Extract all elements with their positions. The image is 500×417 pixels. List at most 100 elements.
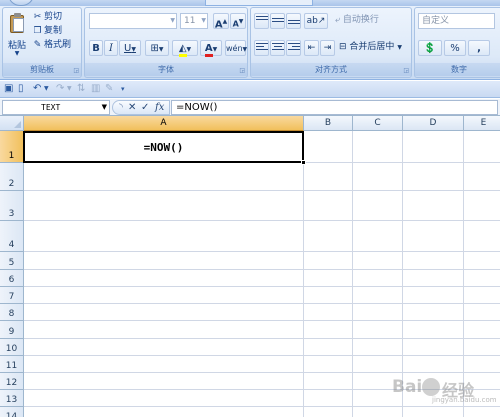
row-number: 8 bbox=[8, 309, 15, 319]
office-button[interactable] bbox=[8, 0, 34, 6]
row-header[interactable]: 14 bbox=[0, 407, 24, 417]
redo-icon[interactable]: ↷ bbox=[56, 82, 64, 96]
row-header[interactable]: 11 bbox=[0, 356, 24, 373]
borders-button[interactable]: ⊞▼ bbox=[145, 40, 169, 56]
align-top-button[interactable] bbox=[254, 13, 269, 29]
comma-style-button[interactable]: , bbox=[468, 40, 490, 56]
watermark: Bai 经验 jingyan.baidu.com bbox=[392, 375, 497, 405]
bold-button[interactable]: B bbox=[89, 40, 103, 56]
row-header[interactable]: 4 bbox=[0, 221, 24, 252]
decrease-indent-icon: ⇤ bbox=[307, 43, 316, 53]
active-cell-a1[interactable]: =NOW() bbox=[23, 131, 306, 165]
row-header[interactable]: 1 bbox=[0, 131, 24, 163]
row-header[interactable]: 8 bbox=[0, 304, 24, 321]
save-icon[interactable]: ▣ bbox=[4, 82, 13, 96]
row-number: 13 bbox=[5, 395, 18, 405]
fill-handle[interactable] bbox=[301, 160, 306, 165]
edit-icon[interactable]: ✎ bbox=[105, 82, 113, 96]
orientation-button[interactable]: ab↗ bbox=[304, 13, 328, 29]
font-size-combo[interactable]: 11 ▼ bbox=[180, 13, 208, 29]
percent-button[interactable]: % bbox=[444, 40, 466, 56]
function-dropdown-icon[interactable]: ◝ bbox=[119, 101, 123, 114]
row-number: 11 bbox=[5, 361, 18, 371]
merge-icon: ⊟ bbox=[339, 42, 347, 52]
paste-button[interactable]: 粘贴 ▼ bbox=[6, 10, 28, 62]
gridline bbox=[24, 251, 500, 252]
sort-icon[interactable]: ⇅ bbox=[77, 82, 85, 96]
row-header[interactable]: 7 bbox=[0, 287, 24, 304]
customize-qat-icon[interactable]: ▾ bbox=[121, 82, 125, 96]
row-header[interactable]: 6 bbox=[0, 270, 24, 287]
percent-icon: % bbox=[450, 43, 460, 54]
align-center-icon bbox=[271, 41, 285, 52]
enter-icon[interactable]: ✓ bbox=[141, 101, 149, 114]
currency-button[interactable]: 💲 bbox=[418, 40, 442, 56]
row-number: 4 bbox=[8, 240, 15, 250]
dialog-launcher-icon[interactable]: ◲ bbox=[403, 67, 409, 74]
number-format-combo[interactable]: 自定义 bbox=[418, 13, 495, 29]
wrap-text-button[interactable]: ⤶ 自动换行 bbox=[335, 13, 411, 29]
row-header[interactable]: 10 bbox=[0, 339, 24, 356]
undo-icon[interactable]: ↶ bbox=[33, 82, 41, 96]
row-header[interactable]: 5 bbox=[0, 252, 24, 270]
column-header-e[interactable]: E bbox=[464, 116, 500, 131]
chevron-down-icon[interactable]: ▼ bbox=[44, 82, 49, 96]
font-group-label: 字体 bbox=[85, 63, 247, 76]
increase-indent-icon: ⇥ bbox=[323, 43, 332, 53]
comma-icon: , bbox=[477, 43, 481, 54]
italic-button[interactable]: I bbox=[104, 40, 118, 56]
row-header[interactable]: 13 bbox=[0, 390, 24, 407]
align-middle-button[interactable] bbox=[270, 13, 285, 29]
orientation-icon: ab↗ bbox=[306, 16, 326, 26]
select-all-button[interactable] bbox=[0, 116, 24, 131]
chevron-down-icon: ▼ bbox=[14, 50, 20, 57]
copy-button[interactable]: ❐ 复制 bbox=[33, 25, 62, 37]
grow-font-button[interactable]: A▲ bbox=[213, 13, 229, 30]
row-header[interactable]: 12 bbox=[0, 373, 24, 390]
cancel-icon[interactable]: ✕ bbox=[128, 101, 136, 114]
underline-button[interactable]: U▼ bbox=[119, 40, 141, 56]
name-box[interactable]: TEXT ▼ bbox=[2, 100, 110, 115]
increase-indent-button[interactable]: ⇥ bbox=[320, 40, 335, 56]
align-left-button[interactable] bbox=[254, 40, 269, 56]
row-header[interactable]: 3 bbox=[0, 191, 24, 221]
borders-icon: ⊞ bbox=[150, 43, 159, 54]
new-document-icon[interactable]: ▯ bbox=[18, 82, 24, 96]
ribbon-tab-strip bbox=[0, 0, 500, 6]
name-box-value: TEXT bbox=[41, 103, 61, 112]
currency-icon: 💲 bbox=[423, 43, 437, 54]
number-format-value: 自定义 bbox=[422, 16, 450, 26]
dialog-launcher-icon[interactable]: ◲ bbox=[239, 67, 245, 74]
column-header-b[interactable]: B bbox=[304, 116, 353, 131]
formula-input[interactable]: =NOW() bbox=[171, 100, 498, 115]
dialog-launcher-icon[interactable]: ◲ bbox=[73, 67, 79, 74]
fill-color-button[interactable]: ◭▼ bbox=[172, 40, 198, 57]
format-painter-button[interactable]: ✎ 格式刷 bbox=[33, 39, 71, 51]
font-name-combo[interactable]: ▼ bbox=[89, 13, 177, 29]
brush-icon: ✎ bbox=[33, 40, 42, 50]
chevron-down-icon: ▼ bbox=[397, 44, 402, 51]
column-header-a[interactable]: A bbox=[24, 116, 304, 131]
column-header-c[interactable]: C bbox=[353, 116, 403, 131]
decrease-indent-button[interactable]: ⇤ bbox=[304, 40, 319, 56]
shrink-font-button[interactable]: A▼ bbox=[230, 13, 246, 29]
chevron-down-icon[interactable]: ▼ bbox=[67, 82, 72, 96]
row-number: 6 bbox=[8, 275, 15, 285]
align-middle-icon bbox=[271, 14, 285, 25]
cut-button[interactable]: ✂ 剪切 bbox=[33, 11, 62, 23]
home-tab[interactable] bbox=[205, 0, 313, 6]
insert-function-icon[interactable]: fx bbox=[155, 101, 164, 114]
column-header-d[interactable]: D bbox=[403, 116, 464, 131]
phonetic-button[interactable]: wén▼ bbox=[225, 40, 247, 56]
merge-center-button[interactable]: ⊟ 合并后居中 ▼ bbox=[339, 40, 411, 56]
gridline bbox=[24, 303, 500, 304]
row-number: 3 bbox=[8, 209, 15, 219]
row-header[interactable]: 9 bbox=[0, 321, 24, 339]
chart-icon[interactable]: ▥ bbox=[91, 82, 100, 96]
align-right-button[interactable] bbox=[286, 40, 301, 56]
align-bottom-button[interactable] bbox=[286, 13, 301, 29]
font-color-button[interactable]: A▼ bbox=[200, 40, 222, 57]
number-group: 自定义 💲 % , 数字 bbox=[414, 7, 500, 78]
align-center-button[interactable] bbox=[270, 40, 285, 56]
row-header[interactable]: 2 bbox=[0, 163, 24, 191]
